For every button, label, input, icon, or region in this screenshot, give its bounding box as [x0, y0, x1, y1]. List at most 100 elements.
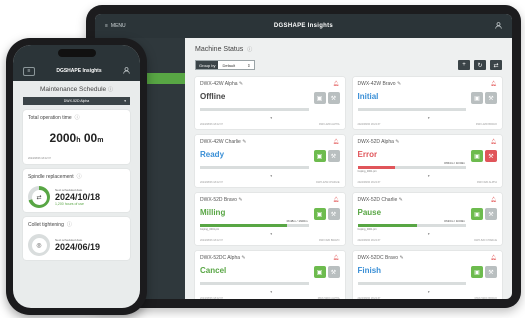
- footer-timestamp: 2024/08/06 18:22:37: [200, 123, 223, 126]
- progress-bar: [200, 224, 309, 227]
- chevron-down-icon[interactable]: ▼: [270, 290, 273, 294]
- chevron-down-icon[interactable]: ▼: [270, 174, 273, 178]
- footer-id: DWX-42W ALPHA: [318, 123, 340, 126]
- machine-card[interactable]: DWX-52D Bravo ✎ 🔔︎ Milling 0h48m / 1h00m Cop…: [195, 193, 345, 245]
- time-readout: 0h54m / 1h30m: [444, 161, 465, 165]
- wrench-button[interactable]: ⚒: [327, 266, 340, 278]
- footer-id: DWX-52DC BRAVO: [474, 297, 497, 299]
- job-file: Coping_0001.prn: [200, 228, 220, 231]
- card-header: DWX-42W Alpha ✎ 🔔︎: [200, 81, 340, 87]
- phone-device: ≡ DGSHAPE Insights Maintenance Schedule …: [6, 38, 147, 315]
- card-actions: ▣ ⚒: [471, 266, 497, 278]
- machine-card[interactable]: DWX-52DC Alpha ✎ 🔔︎ Cancel ▣ ⚒ ▼ 2024/08/06 18…: [195, 251, 345, 299]
- info-icon[interactable]: ⓘ: [77, 173, 82, 180]
- card-header: DWX-42W Charlie ✎ 🔔︎: [200, 139, 340, 145]
- next-date-value: 2024/10/18: [55, 192, 101, 202]
- add-button[interactable]: +: [458, 60, 470, 70]
- card-header: DWX-52DC Alpha ✎ 🔔︎: [200, 255, 340, 261]
- sync-button[interactable]: ⇄: [490, 60, 502, 70]
- play-button[interactable]: ▣: [313, 92, 326, 104]
- info-icon[interactable]: ⓘ: [108, 87, 113, 93]
- play-button[interactable]: ▣: [313, 208, 326, 220]
- menu-button[interactable]: ≡ MENU: [105, 23, 165, 29]
- plus-icon: +: [462, 62, 466, 68]
- bell-icon[interactable]: 🔔︎: [333, 139, 339, 145]
- hamburger-icon[interactable]: ≡: [23, 66, 35, 76]
- machine-select[interactable]: DWX-52D Alpha ▾: [23, 97, 130, 105]
- wrench-button[interactable]: ⚒: [485, 92, 497, 104]
- wrench-icon: ⚒: [330, 211, 337, 218]
- machine-name: DWX-42W Charlie ✎: [200, 139, 246, 145]
- machine-name: DWX-42W Alpha ✎: [200, 81, 243, 87]
- bell-icon[interactable]: 🔔︎: [491, 197, 497, 203]
- card-footer: 2024/08/06 18:22:37 DWX-42W CHARLIE: [200, 181, 340, 184]
- chevron-down-icon[interactable]: ▼: [427, 116, 430, 120]
- card-footer: 2024/08/06 18:22:37 DWX-52DC ALPHA: [200, 297, 340, 299]
- play-button[interactable]: ▣: [471, 150, 483, 162]
- bell-icon[interactable]: 🔔︎: [333, 81, 339, 87]
- refresh-icon: ↻: [477, 62, 483, 69]
- footer-id: DWX-42W BRAVO: [475, 123, 497, 126]
- bell-icon[interactable]: 🔔︎: [491, 255, 497, 261]
- progress-bar: [200, 166, 309, 169]
- pencil-icon[interactable]: ✎: [239, 81, 243, 87]
- user-icon[interactable]: [123, 66, 130, 76]
- chevron-down-icon[interactable]: ▼: [427, 290, 430, 294]
- machine-card[interactable]: DWX-42W Alpha ✎ 🔔︎ Offline ▣ ⚒ ▼ 2024/08/06 18…: [195, 77, 345, 129]
- progress-fill: [357, 166, 396, 169]
- refresh-button[interactable]: ↻: [474, 60, 486, 70]
- user-icon[interactable]: [442, 21, 502, 31]
- total-time-label: Total operation time: [28, 114, 72, 121]
- pencil-icon[interactable]: ✎: [399, 255, 403, 261]
- pencil-icon[interactable]: ✎: [242, 139, 246, 145]
- page-title-text: Machine Status: [195, 46, 244, 53]
- bell-icon[interactable]: 🔔︎: [333, 255, 339, 261]
- bell-icon[interactable]: 🔔︎: [491, 139, 497, 145]
- wrench-button[interactable]: ⚒: [485, 150, 497, 162]
- wrench-button[interactable]: ⚒: [327, 208, 340, 220]
- info-icon[interactable]: ⓘ: [75, 114, 80, 121]
- collet-icon: ◎: [31, 237, 47, 253]
- chevron-down-icon[interactable]: ▼: [427, 174, 430, 178]
- bell-icon[interactable]: 🔔︎: [491, 81, 497, 87]
- group-by-select[interactable]: Group by Default ⇕: [195, 60, 256, 70]
- play-button[interactable]: ▣: [313, 266, 326, 278]
- play-button[interactable]: ▣: [313, 150, 326, 162]
- play-button[interactable]: ▣: [471, 266, 483, 278]
- card-actions: ▣ ⚒: [313, 208, 340, 220]
- wrench-button[interactable]: ⚒: [327, 92, 340, 104]
- play-button[interactable]: ▣: [471, 208, 483, 220]
- group-by-value: Default ⇕: [218, 63, 254, 68]
- pencil-icon[interactable]: ✎: [397, 81, 401, 87]
- wrench-icon: ⚒: [488, 95, 494, 102]
- chevron-down-icon[interactable]: ▼: [270, 232, 273, 236]
- footer-timestamp: 2024/08/06 18:22:37: [200, 181, 223, 184]
- minutes-value: 00: [83, 131, 98, 145]
- chevron-down-icon[interactable]: ▼: [427, 232, 430, 236]
- wrench-button[interactable]: ⚒: [485, 266, 497, 278]
- machine-grid: DWX-42W Alpha ✎ 🔔︎ Offline ▣ ⚒ ▼ 2024/08/06 18…: [195, 77, 502, 299]
- progress-ring: ⇄: [28, 186, 50, 208]
- pencil-icon[interactable]: ✎: [241, 255, 245, 261]
- play-button[interactable]: ▣: [471, 92, 483, 104]
- page-title-text: Maintenance Schedule: [40, 86, 107, 93]
- card-footer: 2024/08/06 18:22:37 DWX-52D BRAVO: [200, 239, 340, 242]
- pencil-icon[interactable]: ✎: [399, 197, 403, 203]
- info-icon[interactable]: ⓘ: [247, 46, 252, 53]
- hours-of-use: 1,200 hours of use: [55, 202, 84, 206]
- play-icon: ▣: [474, 269, 480, 276]
- info-icon[interactable]: ⓘ: [67, 221, 72, 228]
- progress-bar: [357, 166, 466, 169]
- machine-card[interactable]: DWX-52D Alpha ✎ 🔔︎ Error 0h54m / 1h30m Copin…: [352, 135, 502, 187]
- chevron-down-icon[interactable]: ▼: [270, 116, 273, 120]
- wrench-button[interactable]: ⚒: [327, 150, 340, 162]
- machine-card[interactable]: DWX-52D Charlie ✎ 🔔︎ Pause 0h33m / 1h00m Cop…: [352, 193, 502, 245]
- machine-card[interactable]: DWX-52DC Bravo ✎ 🔔︎ Finish ▣ ⚒ ▼ 2024/08/06 18…: [352, 251, 502, 299]
- wrench-button[interactable]: ⚒: [485, 208, 497, 220]
- pencil-icon[interactable]: ✎: [395, 139, 399, 145]
- machine-card[interactable]: DWX-42W Charlie ✎ 🔔︎ Ready ▣ ⚒ ▼ 2024/08/06 18…: [195, 135, 345, 187]
- pencil-icon[interactable]: ✎: [238, 197, 242, 203]
- machine-card[interactable]: DWX-42W Bravo ✎ 🔔︎ Initial ▣ ⚒ ▼ 2024/08/06 18…: [352, 77, 502, 129]
- footer-id: DWX-52D BRAVO: [318, 239, 340, 242]
- bell-icon[interactable]: 🔔︎: [333, 197, 339, 203]
